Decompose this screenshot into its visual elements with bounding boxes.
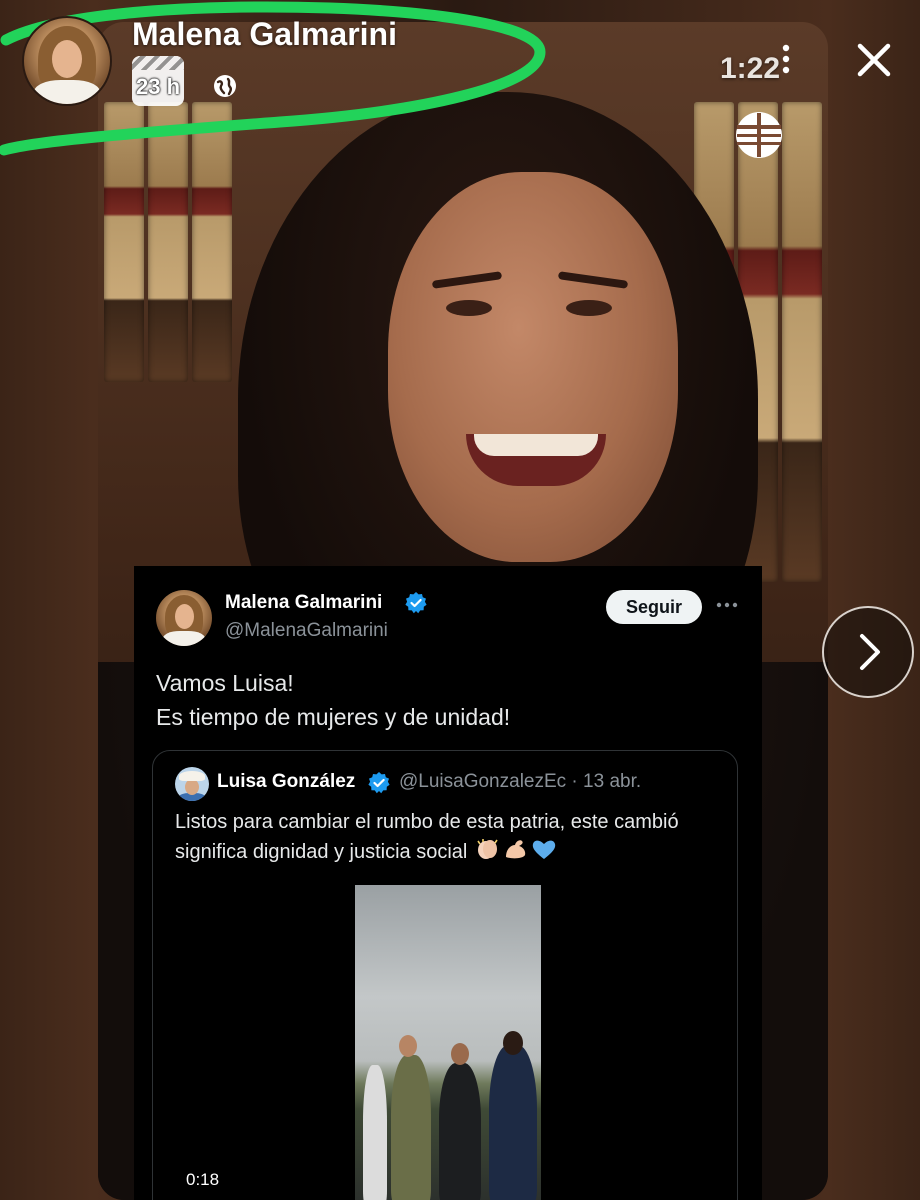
verified-badge-icon: [368, 772, 390, 794]
embedded-tweet[interactable]: Malena Galmarini @MalenaGalmarini Seguir…: [134, 566, 762, 1200]
quoted-author-name[interactable]: Luisa González: [217, 771, 355, 793]
close-icon[interactable]: [852, 38, 896, 82]
more-vertical-icon[interactable]: [780, 44, 792, 74]
tweet-text-line-1: Vamos Luisa!: [156, 670, 294, 696]
portrait-face: [388, 172, 678, 562]
quoted-video[interactable]: [355, 885, 541, 1200]
quoted-author-avatar[interactable]: [175, 767, 209, 801]
verified-badge-icon: [405, 592, 427, 614]
quoted-tweet-text: Listos para cambiar el rumbo de esta pat…: [175, 807, 735, 867]
tweet-text-line-2: Es tiempo de mujeres y de unidad!: [156, 704, 511, 730]
quoted-text-line-1: Listos para cambiar el rumbo de esta pat…: [175, 811, 679, 833]
clapping-hands-icon: [477, 839, 498, 859]
story-author-name[interactable]: Malena Galmarini: [132, 16, 397, 53]
next-story-button[interactable]: [822, 606, 914, 698]
story-time-ago: 23 h: [135, 74, 181, 99]
chevron-right-icon: [860, 634, 880, 670]
tweet-text: Vamos Luisa! Es tiempo de mujeres y de u…: [156, 666, 510, 734]
quoted-handle-and-date[interactable]: @LuisaGonzalezEc · 13 abr.: [399, 771, 641, 793]
flexed-biceps-icon: [505, 840, 526, 859]
quoted-text-line-2: significa dignidad y justicia social: [175, 837, 735, 867]
more-options-icon[interactable]: [716, 602, 738, 608]
quoted-tweet[interactable]: Luisa González @LuisaGonzalezEc · 13 abr…: [152, 750, 738, 1200]
blue-heart-icon: [532, 840, 556, 859]
video-duration: 1:22: [720, 52, 781, 85]
tweet-author-name[interactable]: Malena Galmarini: [225, 592, 382, 614]
tweet-author-avatar[interactable]: [156, 590, 212, 646]
video-timestamp: 0:18: [186, 1170, 220, 1189]
author-avatar[interactable]: [22, 16, 112, 106]
channel-logo-icon: [736, 112, 782, 158]
tweet-author-handle[interactable]: @MalenaGalmarini: [225, 620, 388, 642]
globe-icon: [214, 75, 236, 97]
follow-button[interactable]: Seguir: [606, 590, 702, 624]
